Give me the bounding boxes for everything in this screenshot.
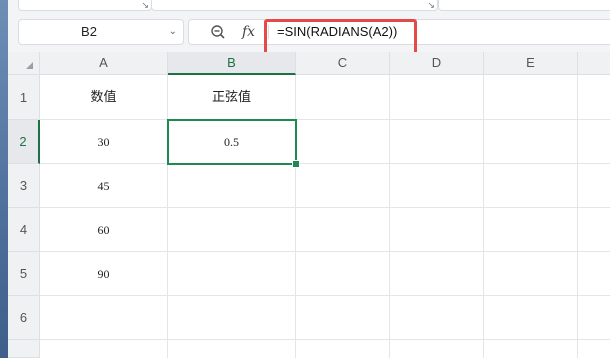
- column-header-e[interactable]: E: [484, 52, 578, 75]
- cell-e2[interactable]: [484, 120, 578, 164]
- cell-a4[interactable]: 60: [40, 208, 168, 252]
- corner-triangle-icon: [26, 62, 33, 69]
- row-header-2[interactable]: 2: [8, 120, 40, 164]
- cell-b1[interactable]: 正弦值: [168, 75, 296, 120]
- row-header-1[interactable]: 1: [8, 75, 40, 120]
- fill-handle[interactable]: [292, 160, 300, 168]
- select-all-corner[interactable]: [8, 52, 40, 75]
- expand-icon[interactable]: ↘: [427, 1, 435, 10]
- ribbon-group: ↘: [18, 0, 152, 11]
- name-box-value: B2: [81, 24, 97, 39]
- row-header-3[interactable]: 3: [8, 164, 40, 208]
- cell-b4[interactable]: [168, 208, 296, 252]
- cell-b2[interactable]: 0.5: [168, 120, 296, 164]
- cell-a2[interactable]: 30: [40, 120, 168, 164]
- cell-c7[interactable]: [296, 340, 390, 358]
- cell-c4[interactable]: [296, 208, 390, 252]
- cell-b6[interactable]: [168, 296, 296, 340]
- cell-d3[interactable]: [390, 164, 484, 208]
- desktop-background-strip: [0, 0, 8, 358]
- cell-a7[interactable]: [40, 340, 168, 358]
- cell-a6[interactable]: [40, 296, 168, 340]
- row-header-5[interactable]: 5: [8, 252, 40, 296]
- cell-e7[interactable]: [484, 340, 578, 358]
- cell-d7[interactable]: [390, 340, 484, 358]
- cell-f4[interactable]: [578, 208, 610, 252]
- cell-d2[interactable]: [390, 120, 484, 164]
- cell-e1[interactable]: [484, 75, 578, 120]
- cell-f1[interactable]: [578, 75, 610, 120]
- spreadsheet-grid: A B C D E 1 2 3 4 5 6 数值 正弦值 30 0.5 45 6…: [8, 52, 610, 358]
- cell-a1[interactable]: 数值: [40, 75, 168, 120]
- cell-b3[interactable]: [168, 164, 296, 208]
- column-header-f[interactable]: [578, 52, 610, 75]
- cell-c3[interactable]: [296, 164, 390, 208]
- cell-c5[interactable]: [296, 252, 390, 296]
- cell-f5[interactable]: [578, 252, 610, 296]
- chevron-down-icon[interactable]: ⌄: [169, 20, 177, 44]
- row-header-7[interactable]: [8, 340, 40, 358]
- cell-c1[interactable]: [296, 75, 390, 120]
- row-header-6[interactable]: 6: [8, 296, 40, 340]
- annotation-highlight-box: [264, 19, 417, 56]
- ribbon-group: ↘: [151, 0, 438, 11]
- cell-f2[interactable]: [578, 120, 610, 164]
- cell-d1[interactable]: [390, 75, 484, 120]
- name-box[interactable]: B2 ⌄: [18, 19, 184, 45]
- cell-a3[interactable]: 45: [40, 164, 168, 208]
- cell-b7[interactable]: [168, 340, 296, 358]
- column-header-c[interactable]: C: [296, 52, 390, 75]
- cell-f3[interactable]: [578, 164, 610, 208]
- cell-a5[interactable]: 90: [40, 252, 168, 296]
- cell-f7[interactable]: [578, 340, 610, 358]
- column-header-b[interactable]: B: [168, 52, 296, 75]
- ribbon-bottom: ↘ ↘: [8, 0, 610, 12]
- zoom-out-icon[interactable]: [210, 24, 226, 40]
- row-header-4[interactable]: 4: [8, 208, 40, 252]
- cell-e4[interactable]: [484, 208, 578, 252]
- expand-icon[interactable]: ↘: [141, 1, 149, 10]
- cell-f6[interactable]: [578, 296, 610, 340]
- ribbon-group: [438, 0, 610, 11]
- cell-d6[interactable]: [390, 296, 484, 340]
- formula-bar-row: B2 ⌄ fx =SIN(RADIANS(A2)): [8, 12, 610, 56]
- cell-c6[interactable]: [296, 296, 390, 340]
- cell-c2[interactable]: [296, 120, 390, 164]
- function-icon[interactable]: fx: [242, 20, 255, 44]
- cell-d5[interactable]: [390, 252, 484, 296]
- cell-d4[interactable]: [390, 208, 484, 252]
- column-header-d[interactable]: D: [390, 52, 484, 75]
- cell-e3[interactable]: [484, 164, 578, 208]
- cell-e6[interactable]: [484, 296, 578, 340]
- column-header-a[interactable]: A: [40, 52, 168, 75]
- cell-b5[interactable]: [168, 252, 296, 296]
- cell-e5[interactable]: [484, 252, 578, 296]
